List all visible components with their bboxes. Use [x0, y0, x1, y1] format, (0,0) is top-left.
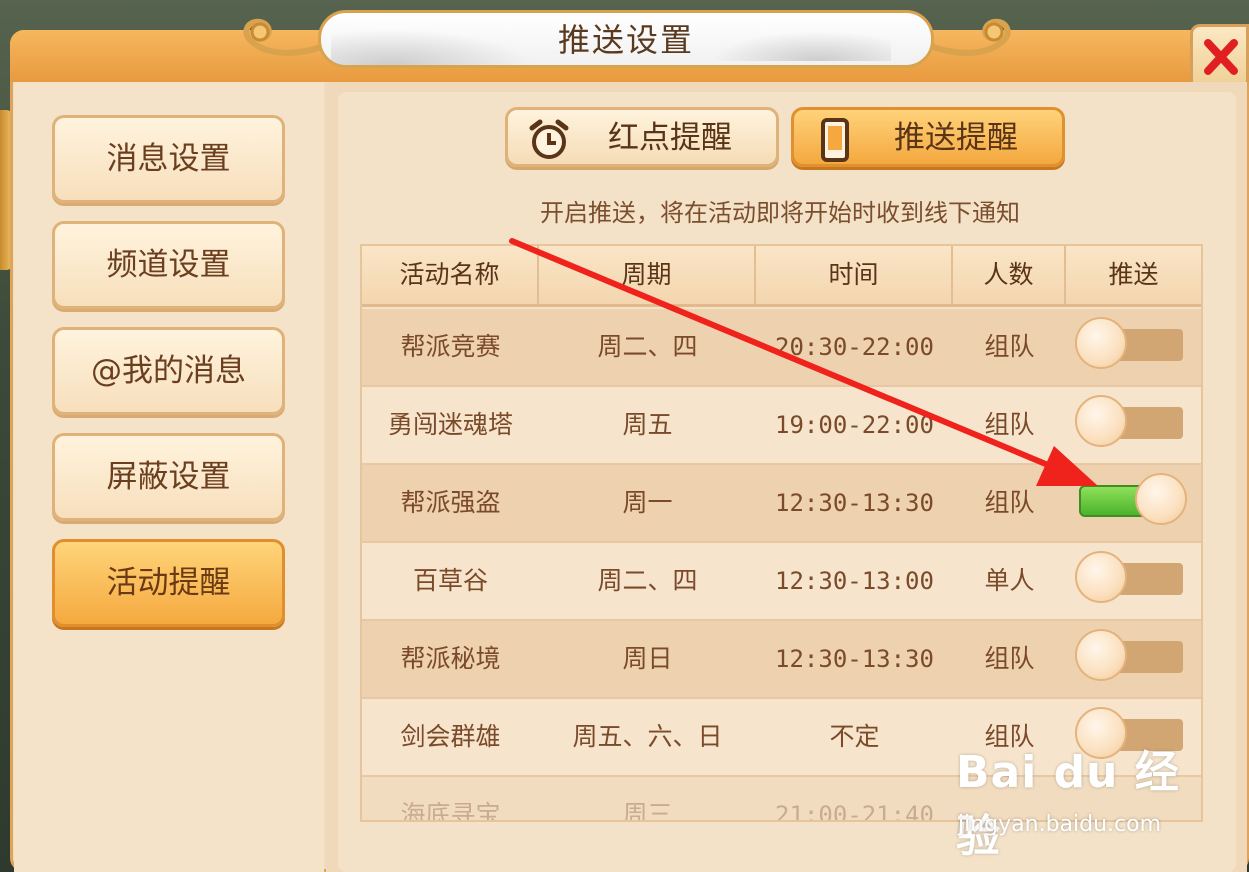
push-toggle[interactable] [1075, 551, 1183, 603]
activity-name: 帮派秘境 [400, 644, 501, 673]
tab-label: 推送提醒 [894, 120, 1018, 156]
table-row: 帮派秘境 周日 12:30-13:30 组队 [362, 621, 1201, 699]
activity-period: 周二、四 [597, 332, 698, 361]
activity-period: 周五、六、日 [572, 722, 723, 751]
activity-people: 组队 [984, 722, 1035, 751]
activity-name: 百草谷 [412, 566, 488, 595]
tab-red-dot-reminder[interactable]: 红点提醒 [505, 107, 779, 167]
activity-name: 勇闯迷魂塔 [387, 410, 513, 439]
activity-time: 12:30-13:30 [775, 645, 934, 673]
activity-table: 活动名称 周期 时间 人数 推送 帮派竞赛 周二、四 20:30-22:00 组… [360, 244, 1203, 822]
column-header-push: 推送 [1108, 260, 1159, 289]
column-header-people: 人数 [953, 246, 1066, 304]
activity-period: 周五 [622, 410, 673, 439]
activity-time: 12:30-13:00 [775, 567, 934, 595]
alarm-clock-icon [529, 119, 569, 159]
activity-time: 21:00-21:40 [775, 801, 934, 822]
sidebar-item-label: 屏蔽设置 [106, 459, 231, 495]
column-header-time: 时间 [756, 246, 953, 304]
push-toggle[interactable] [1075, 707, 1183, 759]
table-row: 勇闯迷魂塔 周五 19:00-22:00 组队 [362, 387, 1201, 465]
activity-people: 单人 [984, 566, 1035, 595]
activity-time: 20:30-22:00 [775, 333, 934, 361]
sidebar-item-message-settings[interactable]: 消息设置 [52, 115, 285, 203]
sidebar-item-label: 消息设置 [106, 141, 231, 177]
activity-period: 周日 [622, 644, 673, 673]
activity-period: 周三 [622, 800, 673, 822]
activity-time: 不定 [829, 722, 880, 751]
table-row: 帮派竞赛 周二、四 20:30-22:00 组队 [362, 309, 1201, 387]
sidebar-item-label: 频道设置 [106, 247, 231, 283]
sidebar-item-channel-settings[interactable]: 频道设置 [52, 221, 285, 309]
activity-name: 帮派竞赛 [400, 332, 501, 361]
sidebar-item-activity-reminder[interactable]: 活动提醒 [52, 539, 285, 627]
close-icon [1204, 39, 1238, 75]
activity-name: 剑会群雄 [400, 722, 501, 751]
activity-period: 周一 [622, 488, 673, 517]
push-toggle[interactable] [1079, 473, 1187, 525]
push-hint-text: 开启推送，将在活动即将开始时收到线下通知 [540, 199, 1020, 227]
activity-people: 组队 [984, 410, 1035, 439]
tab-push-reminder[interactable]: 推送提醒 [791, 107, 1065, 167]
activity-period: 周二、四 [597, 566, 698, 595]
table-header: 活动名称 周期 时间 人数 推送 [362, 246, 1201, 307]
activity-time: 19:00-22:00 [775, 411, 934, 439]
sidebar-item-block-settings[interactable]: 屏蔽设置 [52, 433, 285, 521]
activity-people: 组队 [984, 488, 1035, 517]
column-header-name: 活动名称 [362, 246, 539, 304]
table-row: 百草谷 周二、四 12:30-13:00 单人 [362, 543, 1201, 621]
tab-label: 红点提醒 [608, 120, 732, 156]
table-row: 海底寻宝 周三 21:00-21:40 [362, 777, 1201, 822]
table-row: 帮派强盗 周一 12:30-13:30 组队 [362, 465, 1201, 543]
sidebar-item-mentions[interactable]: @我的消息 [52, 327, 285, 415]
page-title: 推送设置 [557, 21, 694, 59]
close-button[interactable] [1190, 24, 1249, 90]
activity-name: 海底寻宝 [400, 800, 501, 822]
push-toggle[interactable] [1075, 395, 1183, 447]
scroll-ornament-right [928, 18, 1011, 56]
activity-people [953, 777, 1066, 820]
sidebar-item-label: @我的消息 [91, 353, 246, 389]
phone-icon [821, 118, 849, 162]
column-header-period: 周期 [539, 246, 756, 304]
activity-people: 组队 [984, 644, 1035, 673]
activity-people: 组队 [984, 332, 1035, 361]
activity-time: 12:30-13:30 [775, 489, 934, 517]
table-row: 剑会群雄 周五、六、日 不定 组队 [362, 699, 1201, 777]
scroll-ornament-left [243, 18, 326, 56]
push-toggle[interactable] [1075, 317, 1183, 369]
activity-name: 帮派强盗 [400, 488, 501, 517]
push-toggle[interactable] [1075, 629, 1183, 681]
title-plate: 推送设置 [318, 10, 934, 68]
sidebar-item-label: 活动提醒 [106, 565, 231, 601]
